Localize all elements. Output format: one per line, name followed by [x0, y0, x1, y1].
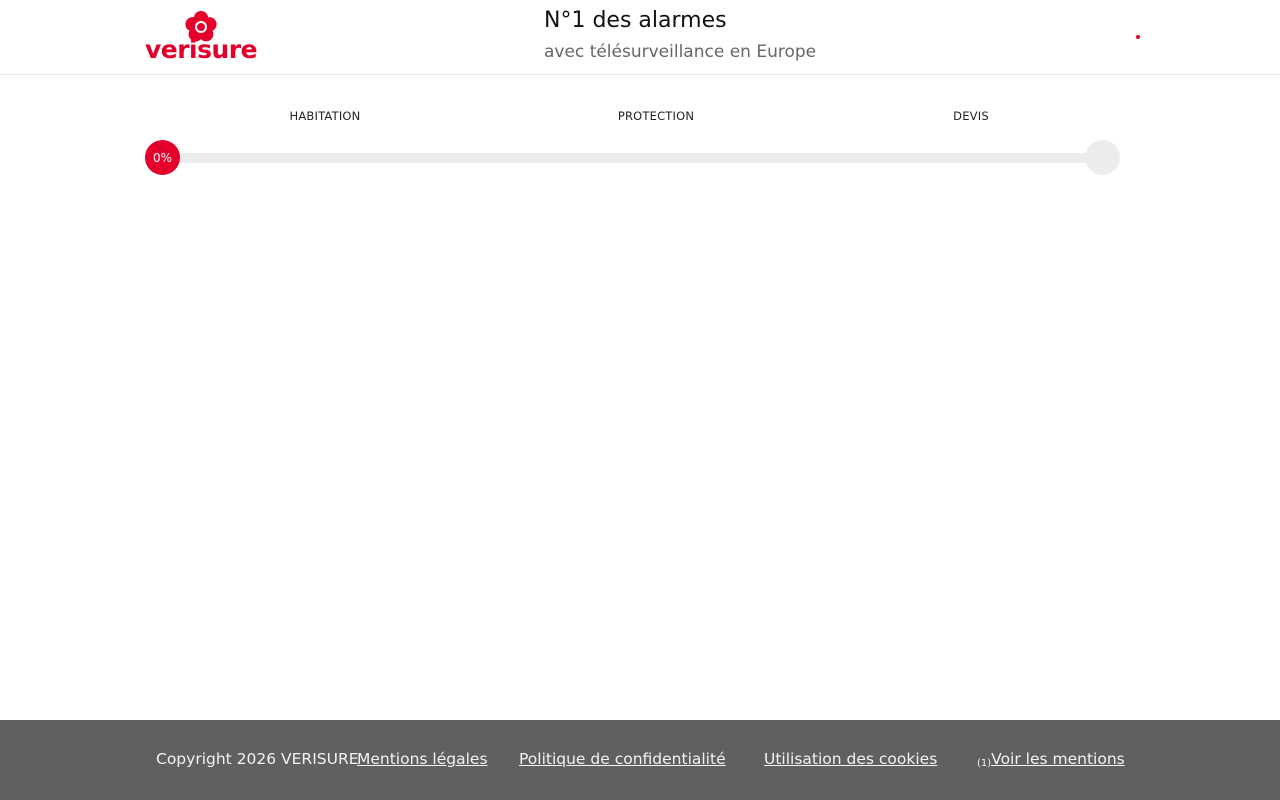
site-header: verisure N°1 des alarmes avec télésurvei… [0, 0, 1280, 75]
footer-link-cookies[interactable]: Utilisation des cookies [764, 748, 937, 770]
step-label-habitation: HABITATION [289, 109, 361, 123]
step-label-protection: PROTECTION [617, 109, 695, 123]
footer-link-voir-mentions[interactable]: (1)Voir les mentions [977, 748, 1125, 775]
progress-track [162, 153, 1102, 163]
tagline-title: N°1 des alarmes [544, 8, 727, 33]
verisure-logo[interactable]: verisure [140, 8, 262, 66]
footer-link-mentions-legales[interactable]: Mentions légales [357, 748, 488, 770]
footer-link-politique-confidentialite[interactable]: Politique de confidentialité [519, 748, 726, 770]
logo-wordmark: verisure [144, 35, 258, 64]
progress-handle[interactable]: 0% [145, 140, 180, 175]
header-dot [1136, 35, 1140, 39]
mentions-link-label: Voir les mentions [991, 750, 1125, 768]
step-label-devis: DEVIS [953, 109, 989, 123]
mentions-footnote-marker: (1) [977, 758, 992, 769]
header-tagline: N°1 des alarmes avec télésurveillance en… [544, 6, 816, 65]
progress-end-marker [1085, 140, 1120, 175]
footer-copyright: Copyright 2026 VERISURE [156, 750, 359, 768]
tagline-subtitle: avec télésurveillance en Europe [544, 42, 817, 62]
